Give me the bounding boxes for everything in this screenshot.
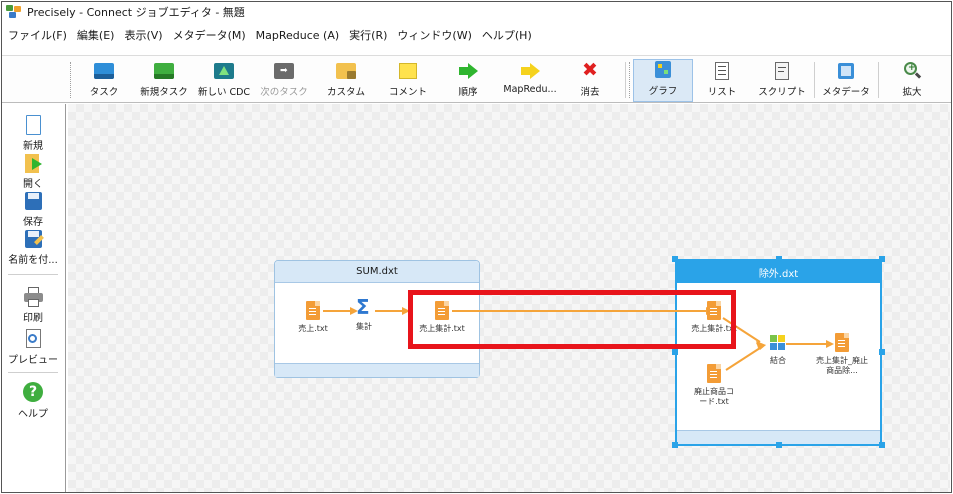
menu-bar: ファイル(F) 編集(E) 表示(V) メタデータ(M) MapReduce (… — [2, 24, 951, 46]
job-canvas[interactable]: SUM.dxt 除外.dxt 売上.txt Σ 集計 売上集計.txt 売上集計… — [68, 104, 950, 492]
new-button[interactable]: 新規 — [4, 114, 62, 152]
open-button[interactable]: 開く — [4, 152, 62, 190]
node-result-file[interactable]: 売上集計_廃止商品除... — [812, 333, 872, 376]
menu-file[interactable]: ファイル(F) — [8, 27, 67, 43]
help-button[interactable]: ? ヘルプ — [4, 382, 62, 420]
menu-edit[interactable]: 編集(E) — [77, 27, 115, 43]
toolbar-grip[interactable] — [70, 62, 72, 98]
zoom-in-button[interactable]: + 拡大 — [882, 61, 942, 101]
script-icon — [771, 61, 793, 81]
application-window: Precisely - Connect ジョブエディタ - 無題 ファイル(F)… — [1, 1, 952, 493]
new-document-icon — [22, 114, 44, 136]
menu-view[interactable]: 表示(V) — [124, 27, 162, 43]
open-folder-icon — [22, 152, 44, 174]
file-icon — [834, 333, 850, 353]
green-arrow-icon — [457, 61, 479, 81]
left-panel-separator — [8, 274, 58, 275]
highlight-rectangle — [408, 290, 736, 349]
left-panel-separator — [8, 372, 58, 373]
mapreduce-button[interactable]: MapRedu... — [500, 61, 560, 101]
toolbar: タスク 新規タスク 新しい CDC ➡ 次のタスク カスタム コメント 順序 M… — [2, 55, 951, 103]
menu-metadata[interactable]: メタデータ(M) — [173, 27, 246, 43]
task-icon — [93, 61, 115, 81]
node-join[interactable]: 結合 — [748, 333, 808, 366]
yellow-arrow-icon — [519, 61, 541, 81]
new-task-icon — [153, 61, 175, 81]
preview-icon — [22, 328, 44, 350]
next-task-button[interactable]: ➡ 次のタスク — [254, 61, 314, 101]
menu-help[interactable]: ヘルプ(H) — [482, 27, 532, 43]
sigma-icon: Σ — [356, 295, 370, 319]
graph-view-button[interactable]: グラフ — [633, 59, 693, 102]
save-disk-icon — [22, 190, 44, 212]
new-cdc-button[interactable]: 新しい CDC — [194, 61, 254, 101]
zoom-in-icon: + — [901, 61, 923, 81]
sequence-button[interactable]: 順序 — [438, 61, 498, 101]
menu-run[interactable]: 実行(R) — [349, 27, 387, 43]
preview-button[interactable]: プレビュー — [4, 328, 62, 366]
script-view-button[interactable]: スクリプト — [752, 61, 812, 101]
menu-window[interactable]: ウィンドウ(W) — [397, 27, 471, 43]
new-cdc-icon — [213, 61, 235, 81]
list-icon — [711, 61, 733, 81]
comment-button[interactable]: コメント — [378, 61, 438, 101]
window-title: Precisely - Connect ジョブエディタ - 無題 — [27, 6, 245, 19]
next-task-icon: ➡ — [273, 61, 295, 81]
custom-icon — [335, 61, 357, 81]
menu-mapreduce[interactable]: MapReduce (A) — [256, 29, 340, 42]
printer-icon — [22, 286, 44, 308]
node-aggregate[interactable]: Σ 集計 — [334, 295, 394, 332]
app-logo-icon — [6, 5, 22, 19]
metadata-button[interactable]: メタデータ — [816, 61, 876, 101]
save-as-icon — [22, 228, 44, 250]
custom-button[interactable]: カスタム — [316, 61, 376, 101]
task-button[interactable]: タスク — [74, 61, 134, 101]
toolbar-separator — [878, 62, 879, 98]
help-icon: ? — [22, 382, 44, 404]
file-icon — [706, 364, 722, 384]
save-button[interactable]: 保存 — [4, 190, 62, 228]
toolbar-separator — [814, 62, 815, 98]
print-button[interactable]: 印刷 — [4, 286, 62, 324]
save-as-button[interactable]: 名前を付... — [4, 228, 62, 266]
file-icon — [305, 301, 321, 321]
title-bar: Precisely - Connect ジョブエディタ - 無題 — [2, 2, 951, 22]
comment-icon — [397, 61, 419, 81]
new-task-button[interactable]: 新規タスク — [134, 61, 194, 101]
toolbar-grip[interactable] — [629, 62, 631, 98]
node-discontinued-file[interactable]: 廃止商品コード.txt — [684, 364, 744, 407]
metadata-icon — [835, 61, 857, 81]
close-icon: ✖ — [582, 59, 598, 81]
list-view-button[interactable]: リスト — [692, 61, 752, 101]
join-icon — [770, 333, 786, 353]
graph-icon — [652, 60, 674, 80]
left-panel: 新規 開く 保存 名前を付... 印刷 プレビュー ? ヘルプ — [2, 104, 66, 492]
delete-button[interactable]: ✖ 消去 — [560, 59, 620, 101]
toolbar-separator — [625, 62, 626, 98]
